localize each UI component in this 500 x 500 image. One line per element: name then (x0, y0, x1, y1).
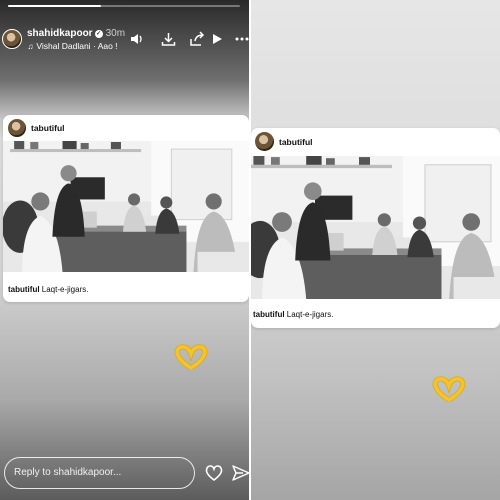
card-caption: tabutiful Laqt-e-jigars. (253, 310, 333, 319)
music-note-icon: ♫ (27, 42, 34, 51)
card-username[interactable]: tabutiful (31, 123, 65, 133)
group-photo (3, 141, 249, 272)
send-icon[interactable] (231, 463, 250, 483)
music-artist: Vishal Dadlani (36, 41, 91, 51)
heart-hands-icon (432, 376, 466, 403)
music-separator: · (92, 41, 96, 51)
volume-icon[interactable] (128, 30, 146, 48)
card-caption: tabutiful Laqt-e-jigars. (8, 285, 88, 294)
more-icon[interactable] (233, 30, 250, 48)
heart-icon[interactable] (204, 463, 224, 483)
music-song: Aao ! (97, 41, 118, 51)
avatar[interactable] (255, 132, 274, 151)
download-icon[interactable] (159, 30, 177, 48)
avatar[interactable] (2, 29, 22, 49)
caption-text: Laqt-e-jigars. (41, 285, 89, 294)
card-username[interactable]: tabutiful (279, 137, 313, 147)
story-progress-bar (8, 5, 240, 7)
reply-input[interactable]: Reply to shahidkapoor... (4, 457, 195, 489)
avatar[interactable] (8, 119, 26, 137)
music-label[interactable]: ♫ Vishal Dadlani · Aao ! (27, 41, 118, 51)
share-icon[interactable] (188, 30, 206, 48)
story-progress-fill (8, 5, 101, 7)
play-icon[interactable] (208, 30, 226, 48)
caption-username[interactable]: tabutiful (253, 310, 285, 319)
card-header: tabutiful (251, 128, 500, 156)
story-username[interactable]: shahidkapoor (27, 28, 93, 39)
story-username-row[interactable]: shahidkapoor ✓ 30m (27, 28, 125, 39)
repost-card[interactable]: tabutiful tabutiful Laqt-e-jigars. (3, 115, 249, 302)
verified-icon: ✓ (94, 30, 103, 38)
left-story-panel: shahidkapoor ✓ 30m ♫ Vishal Dadlani · Aao … (0, 0, 250, 500)
group-photo (251, 156, 500, 299)
repost-card[interactable]: tabutiful tabutiful Laqt-e-jigars. (251, 128, 500, 328)
heart-hands-icon (174, 344, 208, 371)
caption-text: Laqt-e-jigars. (286, 310, 334, 319)
caption-username[interactable]: tabutiful (8, 285, 40, 294)
card-header: tabutiful (3, 115, 249, 141)
story-time: 30m (105, 28, 126, 39)
right-story-panel: tabutiful tabutiful Laqt-e-jigars. (251, 0, 500, 500)
